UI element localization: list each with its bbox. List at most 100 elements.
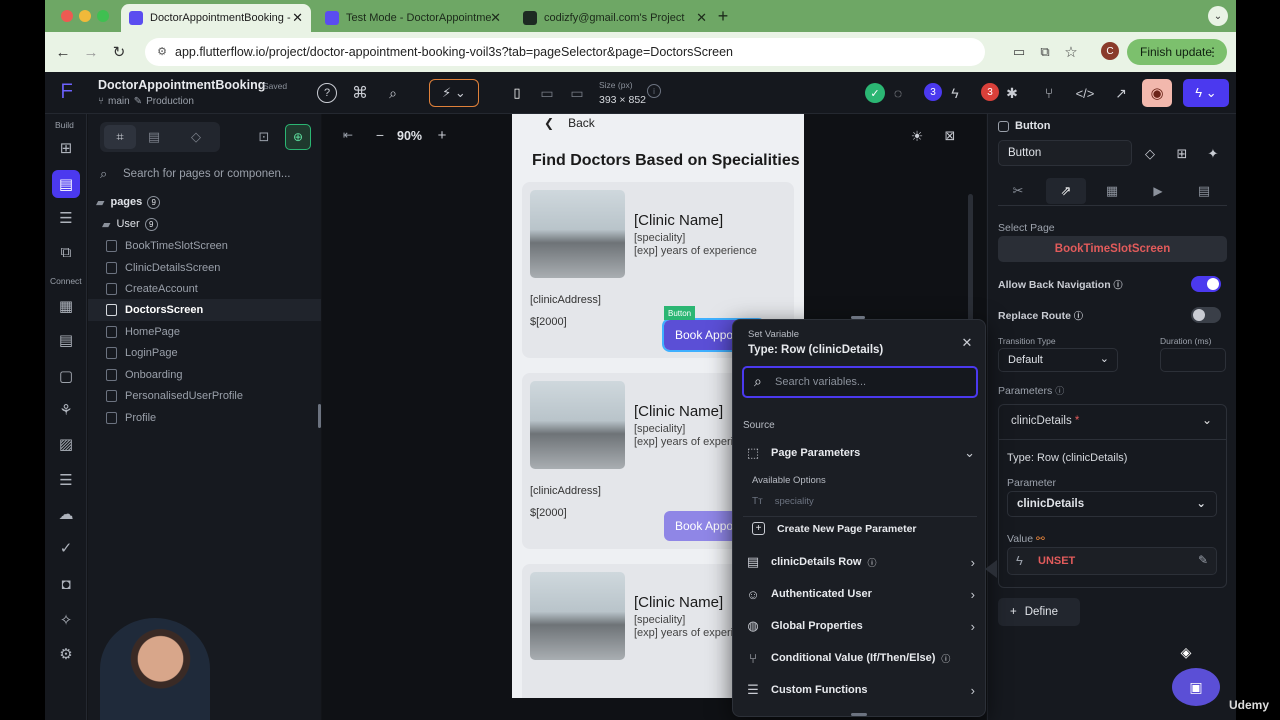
forward-arrow-icon[interactable]: → (81, 42, 101, 62)
gem-icon[interactable]: ◇ (1140, 144, 1160, 164)
page-selector-icon[interactable]: ▤ (52, 170, 80, 198)
branch-info[interactable]: ⑂ main ✎ Production (98, 96, 194, 107)
allow-back-toggle[interactable] (1191, 276, 1221, 292)
branching-icon[interactable]: ⑂ (1039, 83, 1059, 103)
parameter-dropdown[interactable]: clinicDetails ⌄ (1007, 491, 1217, 517)
grid-toggle-icon[interactable]: ⊠ (940, 126, 960, 146)
page-item-profile[interactable]: Profile (106, 408, 156, 428)
search-icon[interactable]: ⌕ (383, 83, 403, 103)
check-status-icon[interactable]: ✓ (865, 83, 885, 103)
page-item-doctorsscreen[interactable]: DoctorsScreen (106, 300, 203, 320)
help-icon[interactable]: ? (317, 83, 337, 103)
option-speciality[interactable]: Tт speciality (752, 496, 814, 507)
reload-icon[interactable]: ↻ (109, 42, 129, 62)
collapse-panel-icon[interactable]: ⇤ (340, 127, 356, 143)
storyboard-icon[interactable]: ⧉ (54, 240, 78, 264)
tab-properties-icon[interactable]: ✂ (998, 180, 1038, 202)
media-assets-icon[interactable]: ▨ (54, 432, 78, 456)
convert-component-icon[interactable]: ⊞ (1172, 144, 1192, 164)
zoom-level[interactable]: 90% (397, 129, 422, 143)
widget-name-field[interactable]: Button (998, 140, 1132, 166)
custom-code-icon[interactable]: ☰ (54, 468, 78, 492)
zoom-out-icon[interactable]: − (372, 127, 388, 143)
tablet-device-icon[interactable]: ▭ (537, 83, 557, 103)
page-item-onboarding[interactable]: Onboarding (106, 365, 183, 385)
site-settings-icon[interactable]: ⚙ (155, 44, 169, 58)
debug-bug-icon[interactable]: ✱ (1002, 83, 1022, 103)
source-authenticated-user[interactable]: ☺ Authenticated User › (745, 582, 977, 606)
widget-tree-icon[interactable]: ☰ (54, 206, 78, 230)
preview-eye-icon[interactable]: ◉ (1142, 79, 1172, 107)
new-folder-icon[interactable]: ⊡ (254, 127, 274, 147)
install-app-icon[interactable]: ⧉ (1035, 42, 1055, 62)
tab-search-chevron-icon[interactable]: ⌄ (1208, 6, 1228, 26)
theme-icon[interactable]: ⚘ (54, 398, 78, 422)
page-item-booktimeslot[interactable]: BookTimeSlotScreen (106, 236, 228, 256)
comments-icon[interactable]: ◌ (888, 83, 908, 103)
define-button[interactable]: + Define (998, 598, 1080, 626)
minimize-window-button[interactable] (79, 10, 91, 22)
size-value[interactable]: 393 × 852 (599, 94, 646, 106)
close-tab-icon[interactable]: ✕ (490, 10, 501, 26)
transition-type-dropdown[interactable]: Default ⌄ (998, 348, 1118, 372)
errors-badge[interactable]: 3 (981, 83, 999, 101)
back-arrow-icon[interactable]: ← (53, 42, 73, 62)
open-external-icon[interactable]: ↗ (1111, 83, 1131, 103)
search-input[interactable]: Search for pages or componen... (123, 168, 291, 180)
variable-search-field[interactable]: ⌕ Search variables... (742, 366, 978, 398)
cloud-functions-icon[interactable]: ☁ (54, 502, 78, 526)
project-name[interactable]: DoctorAppointmentBooking (98, 78, 265, 92)
library-view-icon[interactable]: ◇ (186, 127, 206, 147)
chevron-down-icon[interactable]: ⌄ (1202, 413, 1212, 427)
lightning-icon[interactable]: ϟ (945, 83, 965, 103)
url-field[interactable]: ⚙ app.flutterflow.io/project/doctor-appo… (145, 38, 985, 66)
profile-avatar[interactable]: C (1101, 42, 1119, 60)
phone-device-icon[interactable]: ▯ (507, 83, 527, 103)
variable-search-input[interactable]: Search variables... (775, 376, 866, 388)
edit-pencil-icon[interactable]: ✎ (1198, 553, 1208, 567)
replace-route-toggle[interactable] (1191, 307, 1221, 323)
page-item-clinicdetails[interactable]: ClinicDetailsScreen (106, 258, 220, 278)
duration-input[interactable] (1160, 348, 1226, 372)
tests-icon[interactable]: ✓ (54, 536, 78, 560)
desktop-device-icon[interactable]: ▭ (567, 83, 587, 103)
help-chat-icon[interactable]: ▣ (1172, 668, 1220, 706)
flutterflow-logo-icon[interactable]: ᖴ (55, 80, 79, 104)
pages-root-folder[interactable]: ▰ pages 9 (96, 192, 161, 212)
source-conditional-value[interactable]: ⑂ Conditional Value (If/Then/Else) ⓘ (745, 646, 977, 670)
add-widget-icon[interactable]: ⊞ (54, 136, 78, 160)
page-item-createaccount[interactable]: CreateAccount (106, 279, 198, 299)
bookmark-page-icon[interactable]: ▭ (1009, 42, 1029, 62)
tips-lightbulb-icon[interactable]: ◈ (1177, 642, 1195, 662)
create-page-parameter-button[interactable]: + Create New Page Parameter (752, 522, 917, 535)
page-search[interactable]: ⌕ Search for pages or componen... (88, 160, 321, 188)
tab-project[interactable]: codizfy@gmail.com's Project ✕ (515, 4, 715, 32)
popup-resize-handle[interactable] (851, 713, 867, 716)
tab-actions-icon[interactable]: ⇗ (1046, 178, 1086, 204)
back-link[interactable]: ❮ Back (544, 116, 595, 130)
tab-test-mode[interactable]: Test Mode - DoctorAppointme ✕ (317, 4, 509, 32)
run-app-dropdown[interactable]: ϟ ⌄ (1183, 79, 1229, 107)
components-view-icon[interactable]: ▤ (144, 127, 164, 147)
close-popup-icon[interactable]: ✕ (959, 335, 975, 351)
warnings-badge[interactable]: 3 (924, 83, 942, 101)
add-page-button[interactable]: ⊕ (285, 124, 311, 150)
firestore-icon[interactable]: ▦ (54, 294, 78, 318)
tab-backend-icon[interactable]: ▦ (1092, 180, 1132, 202)
integrations-icon[interactable]: ✧ (54, 608, 78, 632)
ai-wand-icon[interactable]: ✦ (1203, 144, 1223, 164)
pages-view-icon[interactable]: ⌗ (104, 125, 136, 149)
panel-resize-handle[interactable] (318, 404, 321, 428)
source-global-properties[interactable]: ◍ Global Properties › (745, 614, 977, 638)
close-tab-icon[interactable]: ✕ (696, 10, 707, 26)
source-custom-functions[interactable]: ☰ Custom Functions › (745, 678, 977, 702)
agent-mode-dropdown[interactable]: ⚡ ⌄ (429, 79, 479, 107)
finish-update-button[interactable]: Finish update ⋮ (1127, 39, 1227, 65)
page-item-homepage[interactable]: HomePage (106, 322, 180, 342)
tab-animations-icon[interactable]: ▶ (1138, 180, 1178, 202)
maximize-window-button[interactable] (97, 10, 109, 22)
code-view-icon[interactable]: </> (1075, 83, 1095, 103)
close-tab-icon[interactable]: ✕ (292, 10, 303, 26)
close-window-button[interactable] (61, 10, 73, 22)
page-item-personaliseduserprofile[interactable]: PersonalisedUserProfile (106, 386, 243, 406)
